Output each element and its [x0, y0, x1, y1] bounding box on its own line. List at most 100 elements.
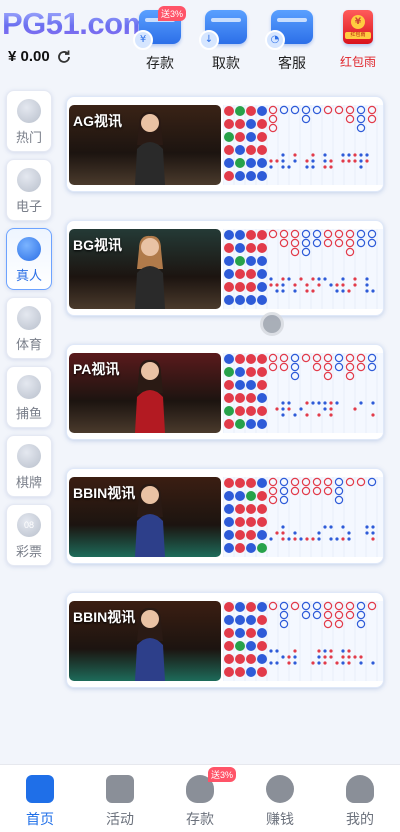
bead-marker — [246, 230, 256, 240]
bead-marker — [246, 517, 256, 527]
sidebar-item-lottery[interactable]: 08 彩票 — [6, 504, 52, 566]
derived-road-marker — [281, 159, 285, 163]
bead-marker — [235, 504, 245, 514]
derived-road-marker — [305, 537, 309, 541]
bead-marker — [224, 119, 234, 129]
sidebar-item-label: 棋牌 — [15, 475, 42, 490]
sidebar-item-sports[interactable]: 体育 — [6, 297, 52, 359]
tab-promotions[interactable]: 活动 — [80, 765, 160, 832]
derived-road-marker — [311, 289, 315, 293]
customer-service-label: 客服 — [278, 55, 306, 71]
bead-marker — [224, 628, 234, 638]
derived-road-marker — [275, 159, 279, 163]
derived-road-marker — [275, 661, 279, 665]
bead-marker — [235, 393, 245, 403]
sidebar-item-label: 捕鱼 — [15, 406, 42, 421]
derived-road-marker — [365, 289, 369, 293]
sidebar-item-electronic[interactable]: 电子 — [6, 159, 52, 221]
bead-marker — [235, 354, 245, 364]
derived-road-marker — [323, 661, 327, 665]
tab-profile[interactable]: 我的 — [320, 765, 400, 832]
bead-marker — [246, 256, 256, 266]
derived-road-marker — [287, 401, 291, 405]
bead-marker — [235, 517, 245, 527]
derived-road-marker — [269, 283, 273, 287]
sidebar-item-hot[interactable]: 热门 — [6, 90, 52, 152]
derived-road-marker — [317, 283, 321, 287]
red-envelope-button[interactable]: ¥ 红包雨 红包雨 — [330, 10, 386, 70]
derived-road-marker — [269, 661, 273, 665]
baccarat-roadmap — [223, 601, 383, 681]
bead-marker — [246, 158, 256, 168]
derived-road-marker — [359, 165, 363, 169]
derived-road-marker — [281, 283, 285, 287]
bead-marker — [246, 393, 256, 403]
bead-marker — [257, 419, 267, 429]
bead-marker — [246, 295, 256, 305]
fish-icon — [17, 375, 41, 399]
bead-marker — [246, 628, 256, 638]
bead-marker — [235, 230, 245, 240]
deposit-button[interactable]: ¥ 送3% 存款 — [132, 6, 188, 73]
bead-marker — [257, 406, 267, 416]
tab-label: 我的 — [346, 811, 374, 827]
game-card-bbin-2[interactable]: BBIN视讯 — [66, 592, 384, 688]
derived-road-marker — [317, 277, 321, 281]
bead-marker — [224, 491, 234, 501]
derived-road-marker — [293, 649, 297, 653]
customer-service-button[interactable]: ◔ 客服 — [264, 10, 320, 73]
tab-deposit[interactable]: 送3% 存款 — [160, 765, 240, 832]
derived-road-marker — [317, 537, 321, 541]
floating-assist-button[interactable] — [260, 312, 284, 336]
bead-marker — [257, 119, 267, 129]
derived-road-marker — [341, 153, 345, 157]
derived-road-marker — [335, 401, 339, 405]
bead-marker — [257, 145, 267, 155]
game-card-ag[interactable]: AG视讯 — [66, 96, 384, 192]
category-sidebar: 热门 电子 真人 体育 捕鱼 棋牌 08 彩票 — [6, 90, 52, 573]
derived-road-marker — [281, 525, 285, 529]
bead-marker — [257, 269, 267, 279]
derived-road-marker — [365, 153, 369, 157]
bead-marker — [257, 478, 267, 488]
deposit-bonus-badge: 送3% — [208, 767, 237, 782]
derived-road-marker — [323, 165, 327, 169]
game-title: BBIN视讯 — [73, 609, 136, 625]
withdraw-button[interactable]: ↓ 取款 — [198, 10, 254, 73]
sidebar-item-label: 彩票 — [15, 544, 42, 559]
derived-road-marker — [305, 289, 309, 293]
dealer-illustration — [135, 235, 165, 309]
derived-road-marker — [311, 661, 315, 665]
home-icon — [26, 775, 54, 803]
game-title: AG视讯 — [73, 113, 122, 129]
derived-road-marker — [293, 413, 297, 417]
bead-marker — [235, 367, 245, 377]
derived-road-marker — [305, 283, 309, 287]
bead-marker — [235, 654, 245, 664]
derived-road-marker — [341, 661, 345, 665]
sidebar-item-fishing[interactable]: 捕鱼 — [6, 366, 52, 428]
derived-road-marker — [281, 401, 285, 405]
sidebar-item-live[interactable]: 真人 — [6, 228, 52, 290]
site-logo[interactable]: PG51.com — [2, 6, 150, 42]
refresh-icon[interactable] — [56, 49, 72, 65]
bead-marker — [235, 145, 245, 155]
derived-road-marker — [287, 165, 291, 169]
derived-road-marker — [323, 277, 327, 281]
game-card-bg[interactable]: BG视讯 — [66, 220, 384, 316]
bead-marker — [224, 641, 234, 651]
tab-earn[interactable]: 赚钱 — [240, 765, 320, 832]
sidebar-item-cards[interactable]: 棋牌 — [6, 435, 52, 497]
bead-marker — [246, 106, 256, 116]
game-card-pa[interactable]: PA视讯 — [66, 344, 384, 440]
tab-home[interactable]: 首页 — [0, 765, 80, 832]
bead-marker — [246, 406, 256, 416]
derived-road-marker — [329, 525, 333, 529]
derived-road-marker — [311, 537, 315, 541]
bead-marker — [246, 667, 256, 677]
derived-road-marker — [287, 655, 291, 659]
derived-road-marker — [359, 661, 363, 665]
bead-marker — [246, 354, 256, 364]
derived-road-marker — [353, 283, 357, 287]
game-card-bbin[interactable]: BBIN视讯 — [66, 468, 384, 564]
